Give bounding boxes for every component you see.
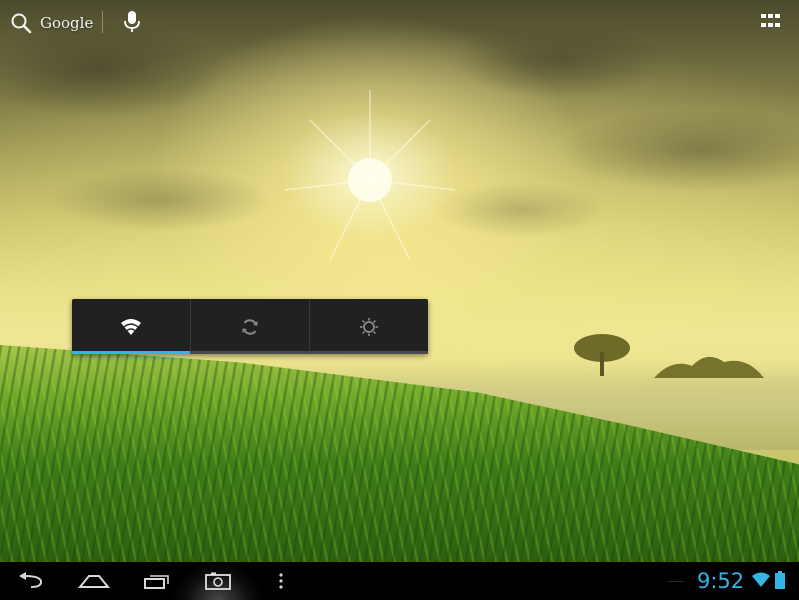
screenshot-button[interactable] [200,562,236,600]
menu-icon [279,573,283,589]
sync-indicator [191,351,309,354]
power-control-widget [72,299,428,354]
bushes [654,356,764,378]
tree [574,334,630,376]
sun-rays [284,90,456,261]
battery-icon [775,571,785,589]
recent-apps-icon [144,575,169,589]
sync-icon [242,318,258,335]
menu-button[interactable] [273,562,289,600]
home-button[interactable] [74,562,114,600]
brightness-indicator [310,351,428,354]
back-button[interactable] [12,562,52,600]
home-icon [78,575,110,588]
wifi-toggle[interactable] [72,299,190,354]
screenshot-icon [205,572,231,590]
search-divider [102,11,103,33]
brightness-toggle[interactable] [309,299,428,354]
back-icon [19,572,43,588]
mic-icon[interactable] [122,10,142,34]
wallpaper [0,0,799,562]
brightness-icon [360,317,378,336]
wifi-indicator [72,351,190,354]
status-clock[interactable]: 9:52 [697,568,744,594]
search-icon [11,13,32,34]
google-search-bar[interactable]: Google [10,9,93,37]
google-search-label: Google [40,14,94,32]
wifi-signal-icon [752,572,770,587]
status-divider [668,581,684,582]
sync-toggle[interactable] [190,299,309,354]
wifi-icon [121,318,141,335]
apps-grid-icon[interactable] [761,14,781,30]
recent-apps-button[interactable] [137,562,177,600]
